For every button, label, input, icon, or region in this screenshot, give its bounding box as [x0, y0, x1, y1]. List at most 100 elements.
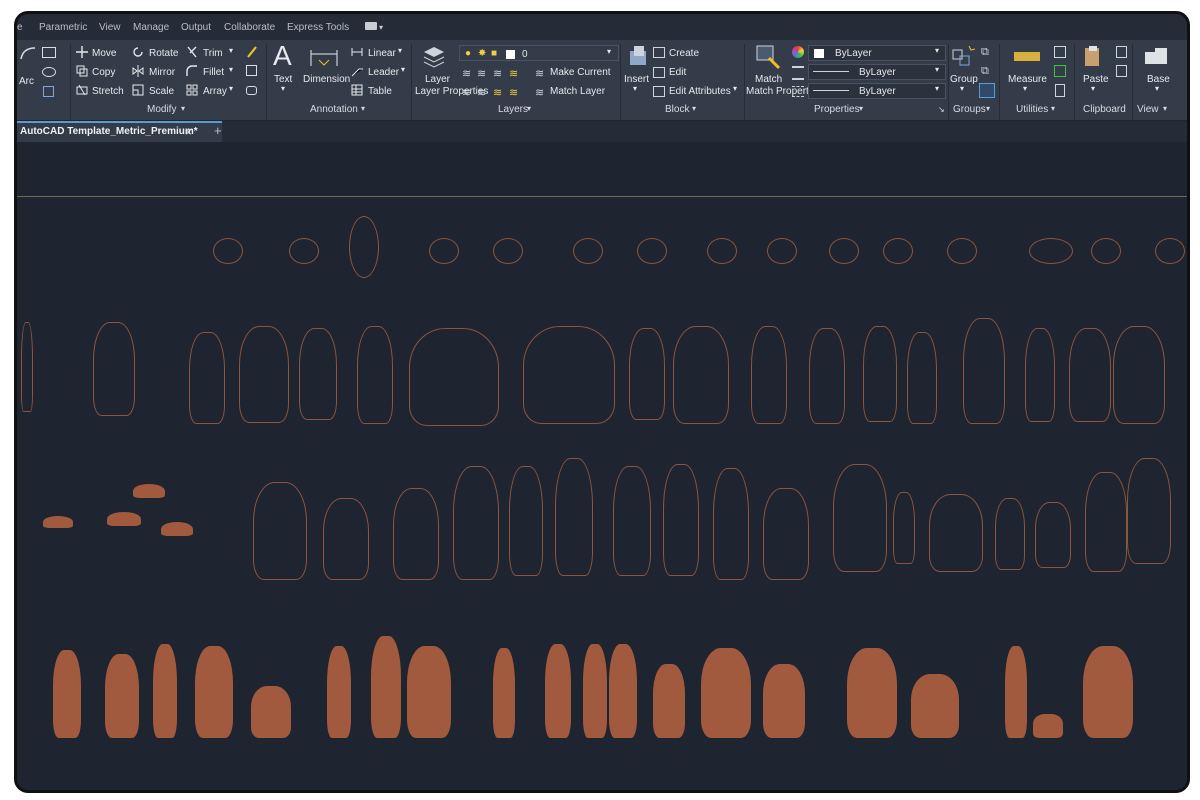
menu-item-manage[interactable]: Manage [133, 22, 169, 33]
ungroup-icon[interactable]: ⧉ [981, 46, 989, 59]
rotate-button[interactable]: Rotate [149, 48, 178, 59]
ellipse-icon[interactable] [42, 67, 56, 77]
modify-panel-title[interactable]: Modify [147, 104, 176, 115]
filled-person-silhouette[interactable] [701, 648, 751, 738]
bird-silhouette[interactable] [161, 522, 193, 536]
chevron-down-icon[interactable]: ▾ [361, 104, 365, 113]
block-panel-title[interactable]: Block [665, 104, 689, 115]
menu-item-home[interactable]: e [17, 22, 23, 33]
move-button[interactable]: Move [92, 48, 116, 59]
filled-person-silhouette[interactable] [327, 646, 351, 738]
stretch-button[interactable]: Stretch [92, 86, 124, 97]
chevron-down-icon[interactable]: ▾ [935, 84, 939, 93]
elevation-person-block[interactable] [555, 458, 593, 576]
arc-label[interactable]: Arc [19, 76, 34, 87]
lineweight-icon[interactable] [792, 66, 804, 80]
filled-person-silhouette[interactable] [105, 654, 139, 738]
calculator-icon[interactable] [1055, 84, 1065, 97]
chevron-down-icon[interactable]: ▾ [281, 84, 285, 93]
elevation-person-block[interactable] [673, 326, 729, 424]
layer-tool-icon[interactable]: ≋ [462, 86, 471, 99]
match-properties-line1[interactable]: Match [755, 74, 782, 85]
arc-icon[interactable] [19, 46, 37, 60]
menu-item-output[interactable]: Output [181, 22, 211, 33]
table-button[interactable]: Table [368, 86, 392, 97]
filled-person-silhouette[interactable] [545, 644, 571, 738]
bird-silhouette[interactable] [43, 516, 73, 528]
bird-silhouette[interactable] [133, 484, 165, 498]
mirror-button[interactable]: Mirror [149, 67, 175, 78]
elevation-person-block[interactable] [523, 326, 615, 424]
filled-person-silhouette[interactable] [583, 644, 607, 738]
filled-person-silhouette[interactable] [653, 664, 685, 738]
layer-dropdown[interactable] [459, 45, 619, 61]
filled-person-silhouette[interactable] [609, 644, 637, 738]
layer-tool-icon[interactable]: ≋ [462, 67, 471, 80]
plan-view-person-block[interactable] [947, 238, 977, 264]
dimension-icon[interactable] [309, 46, 339, 70]
utilities-panel-title[interactable]: Utilities [1016, 104, 1048, 115]
elevation-person-block[interactable] [93, 322, 135, 416]
elevation-person-block[interactable] [393, 488, 439, 580]
array-button[interactable]: Array [203, 86, 227, 97]
color-dropdown[interactable] [808, 45, 946, 61]
plan-view-person-block[interactable] [707, 238, 737, 264]
elevation-person-block[interactable] [663, 464, 699, 576]
chevron-down-icon[interactable]: ▾ [1163, 104, 1167, 113]
elevation-person-block[interactable] [253, 482, 307, 580]
scale-button[interactable]: Scale [149, 86, 174, 97]
elevation-person-block[interactable] [751, 326, 787, 424]
pencil-icon[interactable] [246, 45, 258, 58]
filled-person-silhouette[interactable] [153, 644, 177, 738]
layer-properties-button-line1[interactable]: Layer [425, 74, 450, 85]
layer-properties-icon[interactable] [421, 44, 447, 70]
elevation-person-block[interactable] [929, 494, 983, 572]
elevation-person-block[interactable] [189, 332, 225, 424]
layer-lock-icon[interactable]: ≋ [509, 67, 518, 80]
elevation-person-block[interactable] [907, 332, 937, 424]
measure-button[interactable]: Measure [1008, 74, 1047, 85]
layer-tool-icon[interactable]: ≋ [509, 86, 518, 99]
elevation-person-block[interactable] [809, 328, 845, 424]
filled-person-silhouette[interactable] [847, 648, 897, 738]
rectangle-icon[interactable] [42, 47, 56, 58]
chevron-down-icon[interactable]: ▾ [379, 23, 383, 32]
chevron-down-icon[interactable]: ▾ [859, 104, 863, 113]
chevron-down-icon[interactable]: ▾ [398, 46, 402, 55]
filled-person-silhouette[interactable] [1083, 646, 1133, 738]
layer-tool-icon[interactable]: ≋ [493, 86, 502, 99]
plan-view-person-block[interactable] [573, 238, 603, 264]
elevation-person-block[interactable] [1113, 326, 1165, 424]
layer-tool-icon[interactable]: ≋ [493, 67, 502, 80]
plan-view-person-block[interactable] [829, 238, 859, 264]
match-properties-icon[interactable] [755, 44, 781, 70]
elevation-person-block[interactable] [963, 318, 1005, 424]
menu-item-express-tools[interactable]: Express Tools [287, 22, 349, 33]
text-icon[interactable]: A [273, 40, 292, 72]
plan-view-person-block[interactable] [1091, 238, 1121, 264]
elevation-person-block[interactable] [357, 326, 393, 424]
filled-person-silhouette[interactable] [53, 650, 81, 738]
plan-view-person-block[interactable] [429, 238, 459, 264]
plan-view-person-block[interactable] [349, 216, 379, 278]
elevation-person-block[interactable] [1025, 328, 1055, 422]
chevron-down-icon[interactable]: ▾ [692, 104, 696, 113]
elevation-person-block[interactable] [323, 498, 369, 580]
edit-block-button[interactable]: Edit [669, 67, 686, 78]
plan-view-person-block[interactable] [289, 238, 319, 264]
plan-view-person-block[interactable] [1155, 238, 1185, 264]
ribbon-display-icon[interactable] [365, 22, 377, 30]
base-view-icon[interactable] [1143, 46, 1169, 66]
measure-icon[interactable] [1014, 52, 1040, 61]
filled-person-silhouette[interactable] [195, 646, 233, 738]
chevron-down-icon[interactable]: ▾ [229, 84, 233, 93]
elevation-person-block[interactable] [1035, 502, 1071, 568]
linetype-icon[interactable] [792, 86, 804, 97]
elevation-person-block[interactable] [1127, 458, 1171, 564]
bird-silhouette[interactable] [107, 512, 141, 526]
elevation-person-block[interactable] [1085, 472, 1127, 572]
chevron-down-icon[interactable]: ▾ [935, 65, 939, 74]
chevron-down-icon[interactable]: ▾ [1051, 104, 1055, 113]
elevation-person-block[interactable] [613, 466, 651, 576]
group-selection-icon[interactable] [979, 83, 995, 98]
